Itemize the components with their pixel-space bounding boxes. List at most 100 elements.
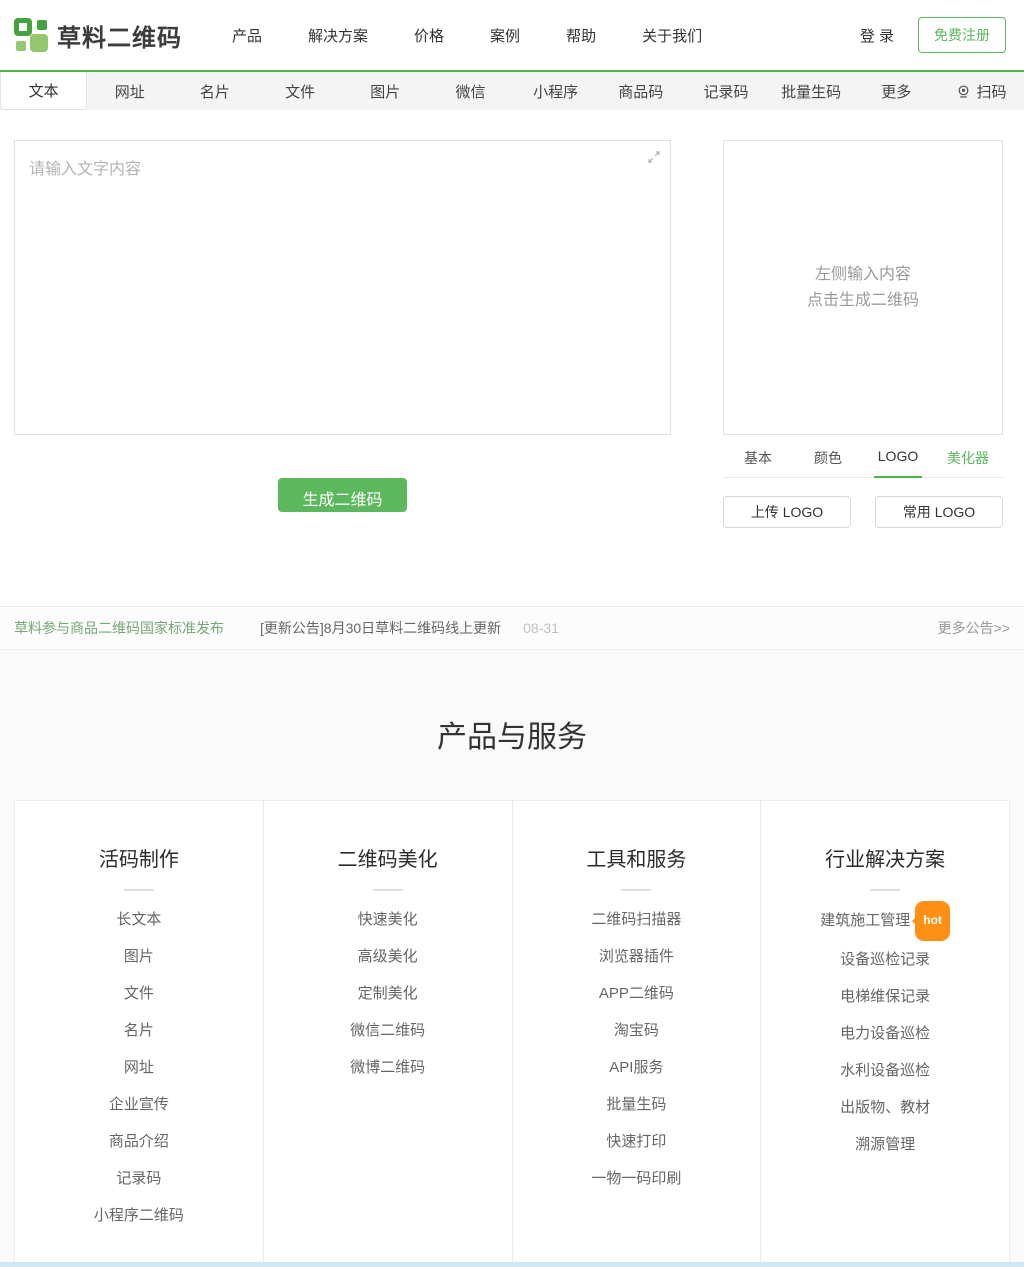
scan-icon — [956, 84, 971, 99]
main-tab[interactable]: 记录码 — [683, 72, 768, 110]
product-link-label: APP二维码 — [599, 985, 674, 1002]
register-button[interactable]: 免费注册 — [918, 17, 1006, 53]
product-link[interactable]: 企业宣传 — [15, 1086, 263, 1123]
product-link[interactable]: 一物一码印刷 — [513, 1160, 761, 1197]
product-link[interactable]: 小程序二维码 — [15, 1197, 263, 1234]
nav-item[interactable]: 案例 — [490, 25, 520, 46]
product-link-label: 电梯维保记录 — [840, 988, 930, 1005]
nav-item[interactable]: 产品 — [232, 25, 262, 46]
more-notices-link[interactable]: 更多公告>> — [938, 618, 1010, 638]
nav-item[interactable]: 关于我们 — [642, 25, 702, 46]
product-link[interactable]: 浏览器插件 — [513, 938, 761, 975]
product-link[interactable]: 快速打印 — [513, 1123, 761, 1160]
product-link-label: 设备巡检记录 — [840, 951, 930, 968]
product-link-label: 溯源管理 — [855, 1136, 915, 1153]
main-tab[interactable]: 批量生码 — [769, 72, 854, 110]
product-link-label: 批量生码 — [606, 1096, 666, 1113]
main-tab[interactable]: 微信 — [428, 72, 513, 110]
product-link[interactable]: 出版物、教材 — [761, 1089, 1009, 1126]
footer-strip — [0, 1262, 1024, 1267]
hot-badge: hot — [915, 901, 950, 941]
generator-input-panel: 生成二维码 — [14, 140, 671, 528]
product-link[interactable]: 高级美化 — [264, 938, 512, 975]
product-link-label: 淘宝码 — [614, 1022, 659, 1039]
main-nav: 产品 解决方案 价格 案例 帮助 关于我们 — [232, 25, 702, 46]
text-content-input[interactable] — [14, 140, 671, 435]
product-column: 活码制作长文本图片文件名片网址企业宣传商品介绍记录码小程序二维码 — [15, 801, 263, 1266]
product-link[interactable]: 微信二维码 — [264, 1012, 512, 1049]
style-tab[interactable]: 美化器 — [933, 448, 1003, 477]
product-link[interactable]: 网址 — [15, 1049, 263, 1086]
qr-preview-box: 左侧输入内容 点击生成二维码 — [723, 140, 1003, 435]
main-tab[interactable]: 扫码 — [939, 72, 1024, 110]
product-link-label: 一物一码印刷 — [591, 1170, 681, 1187]
product-link[interactable]: 商品介绍 — [15, 1123, 263, 1160]
product-link-label: 小程序二维码 — [94, 1207, 184, 1224]
main-tab[interactable]: 图片 — [343, 72, 428, 110]
product-link[interactable]: 电梯维保记录 — [761, 978, 1009, 1015]
product-link[interactable]: 文件 — [15, 975, 263, 1012]
main-tab[interactable]: 更多 — [854, 72, 939, 110]
product-link-label: 建筑施工管理 — [820, 912, 910, 929]
nav-item[interactable]: 帮助 — [566, 25, 596, 46]
style-tab[interactable]: LOGO — [863, 448, 933, 477]
main-tab[interactable]: 文本 — [0, 72, 87, 110]
product-link[interactable]: 淘宝码 — [513, 1012, 761, 1049]
product-column-title[interactable]: 活码制作 — [15, 843, 263, 872]
product-link[interactable]: 溯源管理 — [761, 1126, 1009, 1163]
product-link[interactable]: 记录码 — [15, 1160, 263, 1197]
product-link-label: 出版物、教材 — [840, 1099, 930, 1116]
products-columns: 活码制作长文本图片文件名片网址企业宣传商品介绍记录码小程序二维码二维码美化快速美… — [14, 800, 1010, 1267]
product-link[interactable]: 批量生码 — [513, 1086, 761, 1123]
products-section-title: 产品与服务 — [0, 712, 1024, 756]
product-link[interactable]: 图片 — [15, 938, 263, 975]
main-tab-label: 更多 — [881, 81, 911, 102]
brand-logo[interactable]: 草料二维码 — [14, 18, 182, 53]
product-link[interactable]: 二维码扫描器 — [513, 901, 761, 938]
nav-item[interactable]: 解决方案 — [308, 25, 368, 46]
nav-item[interactable]: 价格 — [414, 25, 444, 46]
product-link[interactable]: 建筑施工管理 hot — [761, 901, 1009, 941]
lower-section: 草料参与商品二维码国家标准发布 [更新公告]8月30日草料二维码线上更新 08-… — [0, 606, 1024, 1267]
product-link-label: 电力设备巡检 — [840, 1025, 930, 1042]
product-link[interactable]: 电力设备巡检 — [761, 1015, 1009, 1052]
style-tab[interactable]: 颜色 — [793, 448, 863, 477]
column-divider — [124, 889, 154, 891]
product-link-label: 商品介绍 — [109, 1133, 169, 1150]
login-link[interactable]: 登 录 — [860, 25, 894, 46]
product-column-title[interactable]: 行业解决方案 — [761, 843, 1009, 872]
main-tab-label: 记录码 — [703, 81, 748, 102]
product-link-label: 微信二维码 — [350, 1022, 425, 1039]
column-divider — [870, 889, 900, 891]
notice-update-link[interactable]: [更新公告]8月30日草料二维码线上更新 — [260, 618, 501, 638]
product-link[interactable]: 名片 — [15, 1012, 263, 1049]
product-link[interactable]: 快速美化 — [264, 901, 512, 938]
logo-buttons: 上传 LOGO 常用 LOGO — [723, 496, 1003, 528]
product-link[interactable]: 水利设备巡检 — [761, 1052, 1009, 1089]
brand-name: 草料二维码 — [57, 18, 182, 53]
main-tab[interactable]: 商品码 — [598, 72, 683, 110]
product-link[interactable]: API服务 — [513, 1049, 761, 1086]
main-tab[interactable]: 文件 — [258, 72, 343, 110]
product-link[interactable]: 微博二维码 — [264, 1049, 512, 1086]
product-link[interactable]: APP二维码 — [513, 975, 761, 1012]
expand-icon[interactable] — [647, 150, 661, 164]
product-column: 工具和服务二维码扫描器浏览器插件 APP二维码淘宝码 API服务批量生码快速打印一物… — [512, 801, 761, 1266]
product-link-label: 文件 — [124, 985, 154, 1002]
logo-button[interactable]: 常用 LOGO — [875, 496, 1003, 528]
main-tab[interactable]: 网址 — [87, 72, 172, 110]
style-tab[interactable]: 基本 — [723, 448, 793, 477]
main-tab[interactable]: 名片 — [172, 72, 257, 110]
product-column-title[interactable]: 二维码美化 — [264, 843, 512, 872]
product-column: 行业解决方案建筑施工管理 hot 设备巡检记录电梯维保记录电力设备巡检水利设备巡检出… — [760, 801, 1009, 1266]
product-link[interactable]: 设备巡检记录 — [761, 941, 1009, 978]
main-tab-label: 网址 — [115, 81, 145, 102]
product-column-title[interactable]: 工具和服务 — [513, 843, 761, 872]
notice-link[interactable]: 草料参与商品二维码国家标准发布 — [14, 618, 224, 638]
generate-button[interactable]: 生成二维码 — [278, 478, 406, 512]
product-link[interactable]: 定制美化 — [264, 975, 512, 1012]
product-link-label: 微博二维码 — [350, 1059, 425, 1076]
product-link[interactable]: 长文本 — [15, 901, 263, 938]
main-tab[interactable]: 小程序 — [513, 72, 598, 110]
logo-button[interactable]: 上传 LOGO — [723, 496, 851, 528]
